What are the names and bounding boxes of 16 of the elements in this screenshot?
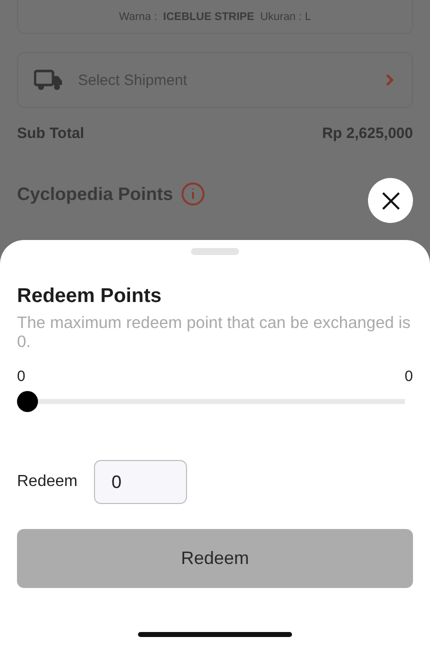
slider-thumb[interactable]	[17, 391, 38, 412]
truck-icon	[34, 69, 64, 91]
drag-handle[interactable]	[191, 248, 239, 255]
subtotal-value: Rp 2,625,000	[322, 125, 413, 142]
close-icon	[382, 192, 400, 210]
close-button[interactable]	[368, 178, 413, 223]
chevron-right-icon	[386, 74, 394, 86]
sheet-description: The maximum redeem point that can be exchanged is 0.	[17, 314, 412, 352]
info-icon	[181, 182, 206, 206]
slider-min-label: 0	[17, 368, 26, 385]
sheet-title: Redeem Points	[17, 285, 162, 308]
slider-max-label: 0	[404, 368, 413, 385]
redeem-label: Redeem	[17, 473, 78, 491]
redeem-input[interactable]: 0	[94, 460, 188, 504]
points-title: Cyclopedia Points	[17, 184, 174, 204]
subtotal-label: Sub Total	[17, 125, 84, 142]
